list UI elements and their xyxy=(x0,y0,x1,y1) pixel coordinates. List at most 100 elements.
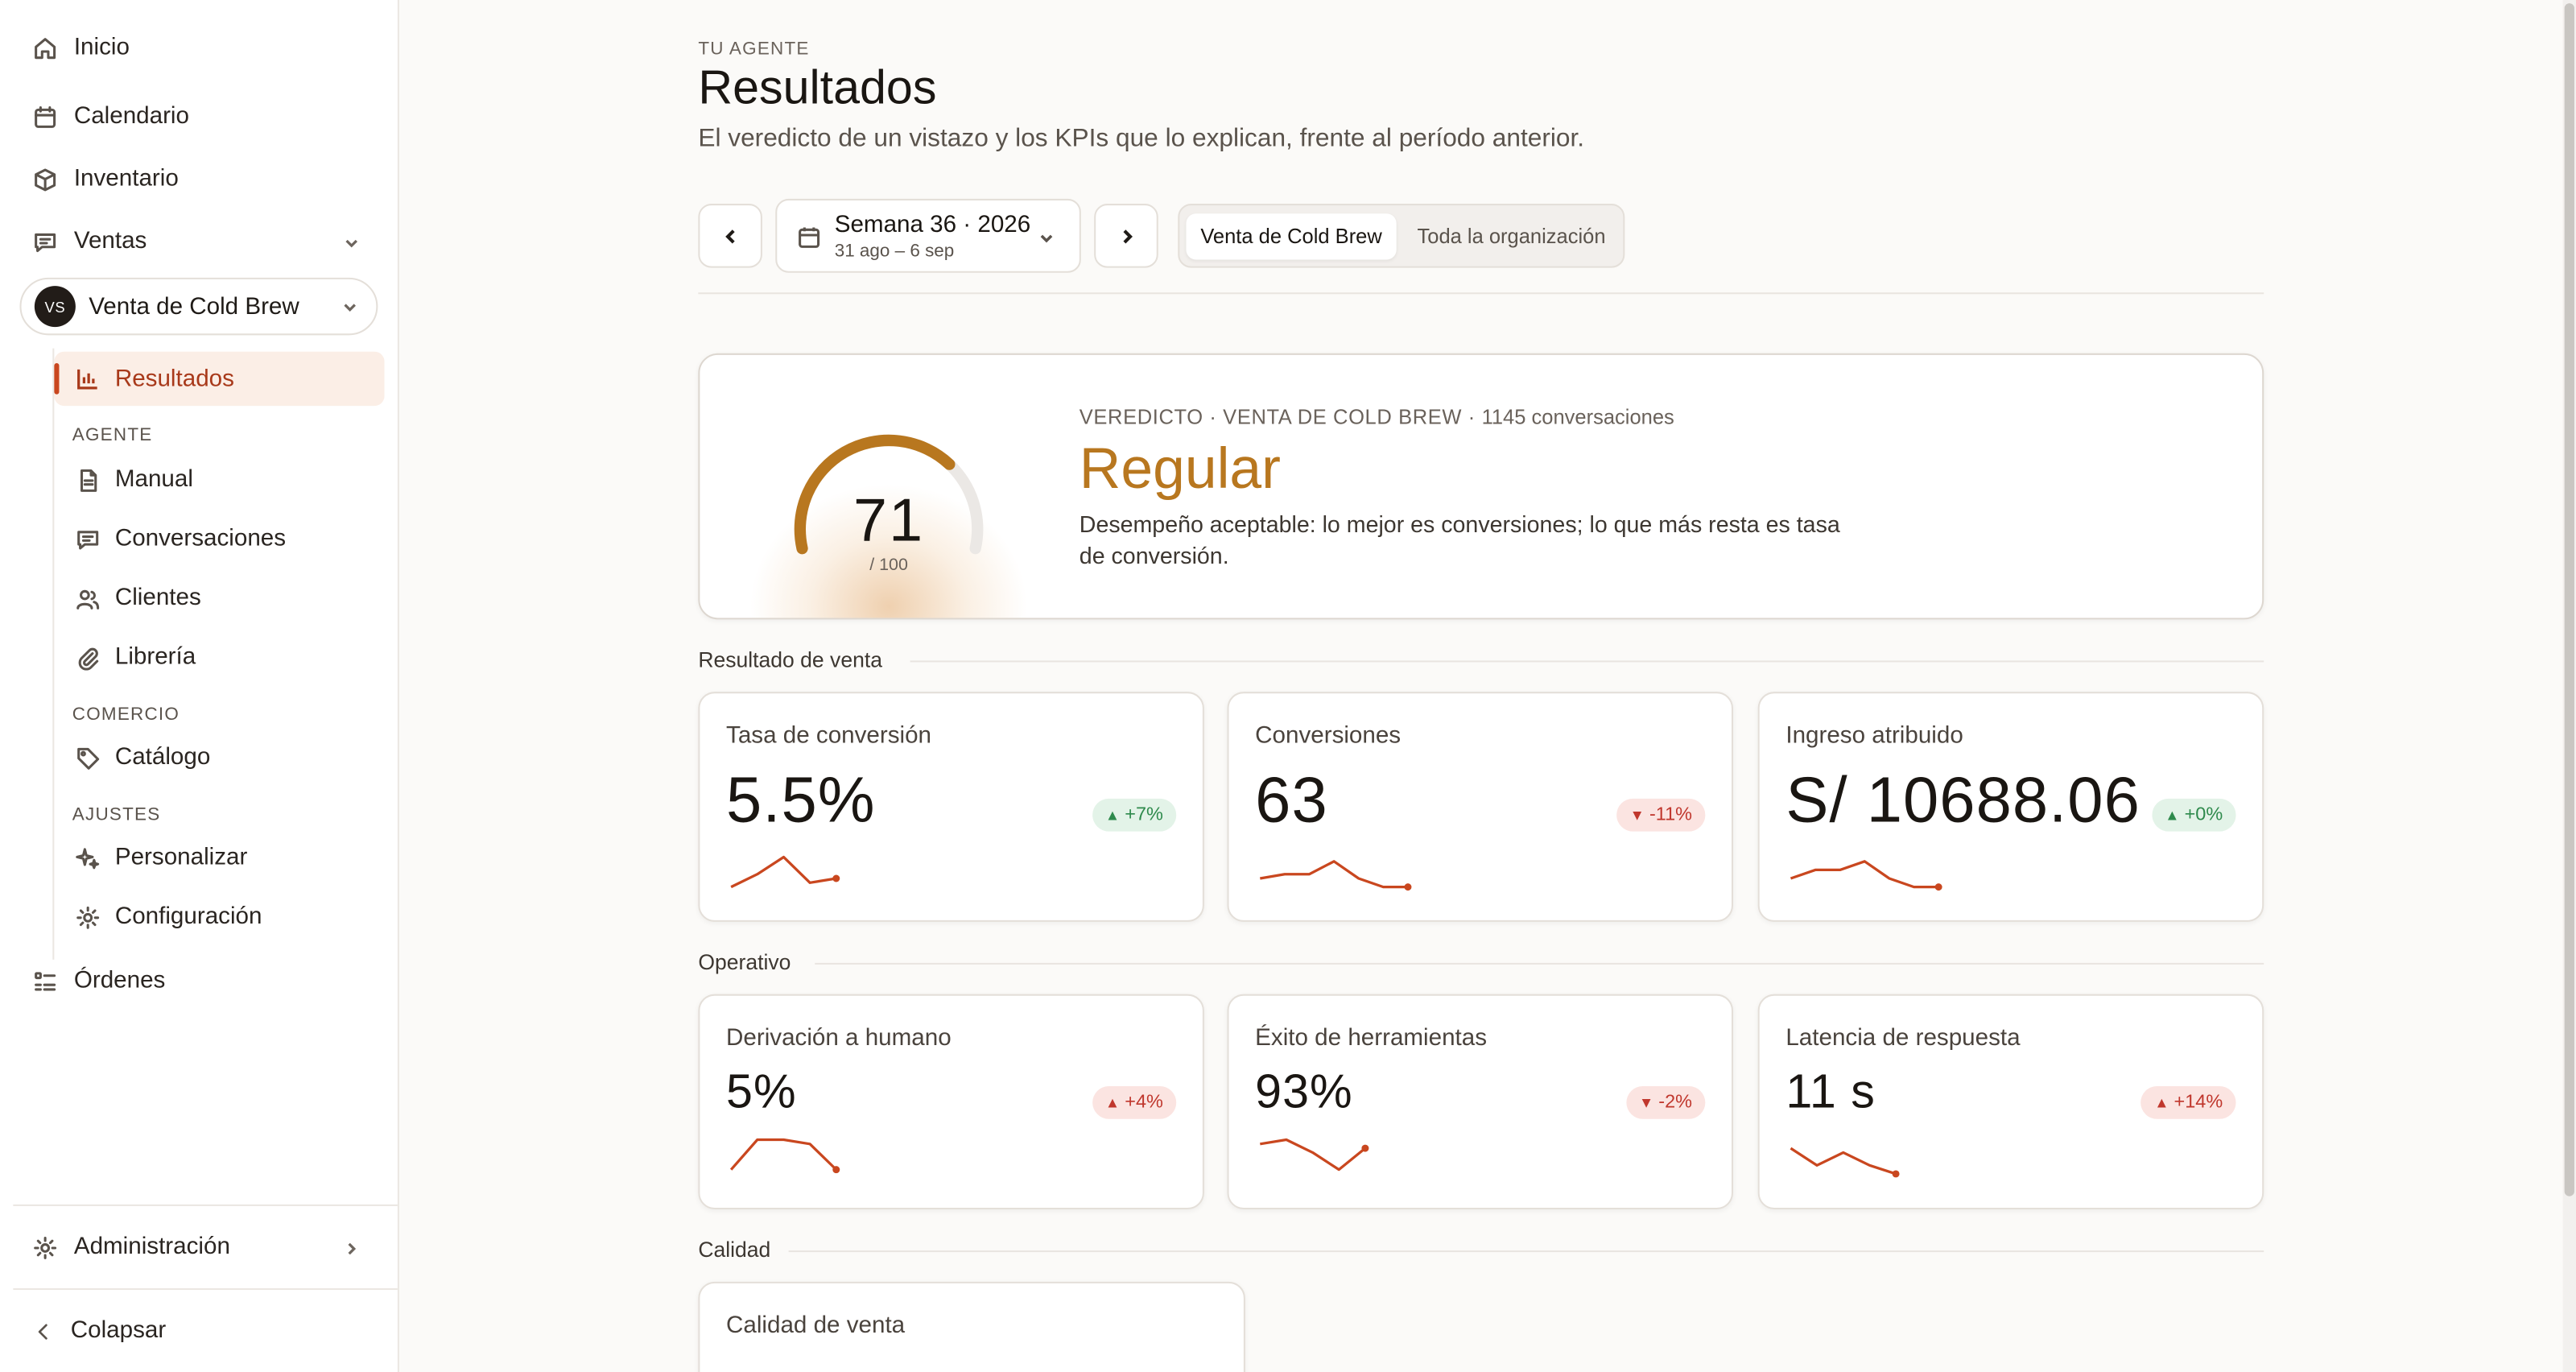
kpi-label: Éxito de herramientas xyxy=(1255,1025,1488,1052)
nav-resultados[interactable]: Resultados xyxy=(54,351,385,407)
chevron-right-icon[interactable] xyxy=(341,1239,361,1258)
nav-calendario[interactable]: Calendario xyxy=(33,97,189,136)
nav-administracion[interactable]: Administración xyxy=(33,1227,378,1267)
sparkline-path xyxy=(1260,1138,1366,1172)
nav-ordenes[interactable]: Órdenes xyxy=(33,961,166,1001)
page-subtitle: El veredicto de un vistazo y los KPIs qu… xyxy=(698,125,1585,153)
sparkline xyxy=(1790,1147,1900,1178)
delta-badge: ▲ +0% xyxy=(2151,798,2236,832)
group-divider xyxy=(815,962,2264,965)
page-eyebrow: TU AGENTE xyxy=(698,39,810,60)
group-label-calidad: Calidad xyxy=(698,1237,771,1262)
nav-manual[interactable]: Manual xyxy=(76,461,193,498)
collapse-button[interactable]: Colapsar xyxy=(33,1312,166,1351)
verdict-meta-label: VEREDICTO · VENTA DE COLD BREW · xyxy=(1079,406,1482,429)
sparkline xyxy=(1260,860,1412,891)
section-agente: AGENTE xyxy=(72,425,153,446)
document-icon xyxy=(80,468,97,491)
collapse-label: Colapsar xyxy=(70,1317,167,1345)
section-comercio: COMERCIO xyxy=(72,705,180,725)
nav-catalogo[interactable]: Catálogo xyxy=(76,739,210,775)
verdict-meta: VEREDICTO · VENTA DE COLD BREW · 1145 co… xyxy=(1080,406,1674,429)
nav-inicio[interactable]: Inicio xyxy=(33,28,130,68)
nav-personalizar[interactable]: Personalizar xyxy=(76,840,247,876)
kpi-value: 5.5% xyxy=(726,766,876,837)
list-icon xyxy=(35,971,56,990)
chevron-down-icon xyxy=(344,304,356,312)
kpi-card-tasa-conversion: Tasa de conversión 5.5% ▲ +7% xyxy=(698,692,1204,922)
next-period-button[interactable] xyxy=(1094,204,1158,268)
nav-clientes[interactable]: Clientes xyxy=(76,580,201,616)
scope-toggle: Venta de Cold Brew Toda la organización xyxy=(1178,204,1625,268)
delta-badge: ▼ -2% xyxy=(1625,1085,1706,1119)
kpi-card-latencia-respuesta: Latencia de respuesta 11 s ▲ +14% xyxy=(1757,994,2264,1210)
kpi-card-derivacion-humano: Derivación a humano 5% ▲ +4% xyxy=(698,994,1204,1210)
sparkline-end-dot xyxy=(832,1166,840,1174)
calendar-icon xyxy=(799,227,820,248)
calendar-icon xyxy=(35,105,56,127)
week-range: 31 ago – 6 sep xyxy=(834,241,955,262)
kpi-value: S/ 10688.06 xyxy=(1785,766,2140,837)
scrollbar-thumb[interactable] xyxy=(2564,3,2574,1196)
score-max: / 100 xyxy=(869,555,908,576)
home-icon xyxy=(35,37,56,59)
delta-value: +0% xyxy=(2184,804,2223,825)
agent-avatar: VS xyxy=(34,286,76,328)
group-label-operativo: Operativo xyxy=(698,949,791,975)
arrow-up-icon: ▲ xyxy=(1104,1094,1121,1111)
nav-configuracion[interactable]: Configuración xyxy=(76,899,262,935)
header-divider xyxy=(698,292,2264,295)
delta-badge: ▼ -11% xyxy=(1616,798,1706,832)
chevron-left-icon xyxy=(38,1323,47,1339)
nav-libreria[interactable]: Librería xyxy=(76,639,196,676)
chevron-right-icon xyxy=(1122,229,1132,243)
chevron-down-icon[interactable] xyxy=(341,233,361,253)
sparkline-end-dot xyxy=(1892,1170,1900,1178)
sparkline xyxy=(729,1138,840,1174)
users-icon xyxy=(76,589,100,609)
nav-ventas[interactable]: Ventas xyxy=(33,222,378,262)
kpi-card-ingreso-atribuido: Ingreso atribuido S/ 10688.06 ▲ +0% xyxy=(1757,692,2264,922)
sparkline-end-dot xyxy=(1404,883,1412,891)
agent-selector[interactable]: VS Venta de Cold Brew xyxy=(19,277,378,336)
kpi-label: Calidad de venta xyxy=(726,1312,906,1340)
verdict-card: 71 / 100 VEREDICTO · VENTA DE COLD BREW … xyxy=(698,353,2264,620)
score-value: 71 xyxy=(853,486,925,554)
tree-guide xyxy=(52,348,55,960)
message-square-icon xyxy=(77,530,99,549)
sparkline-path xyxy=(730,855,837,889)
week-picker[interactable]: Semana 36 · 2026 31 ago – 6 sep xyxy=(775,198,1081,273)
prev-period-button[interactable] xyxy=(698,204,762,268)
nav-manual-label: Manual xyxy=(114,466,193,494)
nav-inventario[interactable]: Inventario xyxy=(33,159,179,199)
sparkline-path xyxy=(729,1138,837,1171)
group-label-venta: Resultado de venta xyxy=(698,647,882,672)
nav-resultados-label: Resultados xyxy=(114,366,234,392)
sidebar-divider xyxy=(13,1287,398,1291)
scope-agent-option[interactable]: Venta de Cold Brew xyxy=(1186,213,1397,260)
nav-inicio-label: Inicio xyxy=(73,34,130,61)
tag-icon xyxy=(77,746,100,769)
kpi-label: Derivación a humano xyxy=(726,1025,952,1052)
sparkline-end-dot xyxy=(1361,1144,1369,1152)
kpi-label: Ingreso atribuido xyxy=(1785,722,1963,750)
arrow-down-icon: ▼ xyxy=(1629,807,1645,824)
sidebar: Inicio Calendario Inventario Ventas VS V… xyxy=(0,0,399,1372)
sparkline-path xyxy=(1260,860,1408,889)
kpi-label: Latencia de respuesta xyxy=(1785,1025,2021,1052)
sidebar-divider xyxy=(13,1204,398,1206)
nav-conversaciones-label: Conversaciones xyxy=(114,526,287,552)
group-divider xyxy=(788,1250,2264,1253)
gear-icon xyxy=(76,905,100,928)
nav-libreria-label: Librería xyxy=(114,643,196,671)
gear-icon xyxy=(34,1236,57,1258)
nav-administracion-label: Administración xyxy=(73,1234,230,1261)
nav-conversaciones[interactable]: Conversaciones xyxy=(76,521,286,557)
delta-value: -2% xyxy=(1658,1093,1693,1113)
box-icon xyxy=(35,167,56,191)
delta-badge: ▲ +7% xyxy=(1092,798,1177,832)
scope-org-option[interactable]: Toda la organización xyxy=(1406,213,1616,259)
kpi-value: 11 s xyxy=(1785,1066,1876,1119)
nav-configuracion-label: Configuración xyxy=(114,903,262,931)
nav-inventario-label: Inventario xyxy=(73,166,179,192)
